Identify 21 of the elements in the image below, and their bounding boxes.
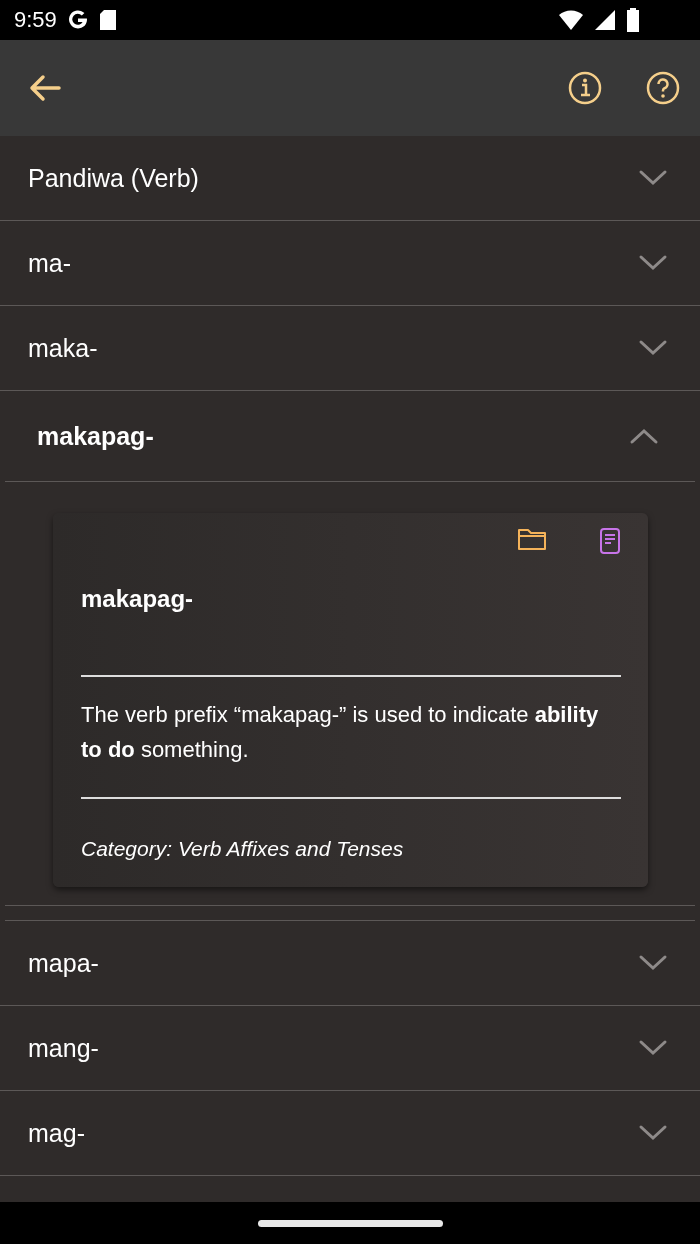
battery-icon <box>626 8 640 32</box>
chevron-down-icon <box>638 1124 668 1142</box>
back-button[interactable] <box>28 73 62 103</box>
home-indicator[interactable] <box>257 1219 443 1227</box>
chevron-down-icon <box>638 254 668 272</box>
card-title: makapag- <box>81 585 621 677</box>
chevron-down-icon <box>638 339 668 357</box>
info-button[interactable] <box>568 71 602 105</box>
category-text: Category: Verb Affixes and Tenses <box>81 837 405 861</box>
signal-icon <box>594 9 616 31</box>
sd-card-icon <box>98 9 117 31</box>
document-icon[interactable] <box>599 527 621 555</box>
description-text: The verb prefix “makapag-” is used to indicate ability to do something. <box>81 677 621 799</box>
help-button[interactable] <box>646 71 680 105</box>
chevron-up-icon <box>629 427 659 445</box>
status-time: 9:59 <box>14 7 57 33</box>
chevron-down-icon <box>638 169 668 187</box>
google-icon <box>66 9 89 31</box>
chevron-down-icon <box>638 954 668 972</box>
wifi-icon <box>558 9 584 31</box>
chevron-down-icon <box>638 1039 668 1057</box>
